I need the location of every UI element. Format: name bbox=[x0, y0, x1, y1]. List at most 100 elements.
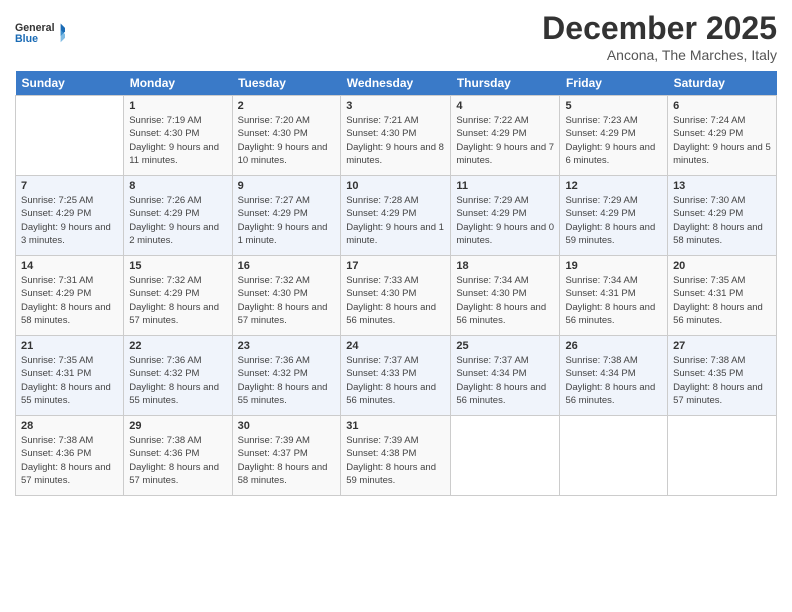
calendar-week-row: 21 Sunrise: 7:35 AM Sunset: 4:31 PM Dayl… bbox=[16, 336, 777, 416]
daylight-text: Daylight: 8 hours and 58 minutes. bbox=[673, 222, 763, 246]
day-number: 11 bbox=[456, 180, 554, 192]
day-number: 31 bbox=[346, 420, 445, 432]
sunset-text: Sunset: 4:30 PM bbox=[129, 128, 199, 139]
day-number: 3 bbox=[346, 100, 445, 112]
svg-text:Blue: Blue bbox=[15, 33, 38, 45]
day-number: 6 bbox=[673, 100, 771, 112]
day-number: 18 bbox=[456, 260, 554, 272]
sunrise-text: Sunrise: 7:24 AM bbox=[673, 115, 745, 126]
sunset-text: Sunset: 4:29 PM bbox=[673, 208, 743, 219]
daylight-text: Daylight: 8 hours and 57 minutes. bbox=[238, 302, 328, 326]
calendar-cell: 8 Sunrise: 7:26 AM Sunset: 4:29 PM Dayli… bbox=[124, 176, 232, 256]
calendar-week-row: 14 Sunrise: 7:31 AM Sunset: 4:29 PM Dayl… bbox=[16, 256, 777, 336]
calendar-cell: 12 Sunrise: 7:29 AM Sunset: 4:29 PM Dayl… bbox=[560, 176, 668, 256]
day-info: Sunrise: 7:21 AM Sunset: 4:30 PM Dayligh… bbox=[346, 114, 445, 167]
sunset-text: Sunset: 4:29 PM bbox=[238, 208, 308, 219]
sunrise-text: Sunrise: 7:34 AM bbox=[565, 275, 637, 286]
daylight-text: Daylight: 8 hours and 56 minutes. bbox=[456, 302, 546, 326]
calendar-cell: 5 Sunrise: 7:23 AM Sunset: 4:29 PM Dayli… bbox=[560, 96, 668, 176]
sunrise-text: Sunrise: 7:33 AM bbox=[346, 275, 418, 286]
day-info: Sunrise: 7:32 AM Sunset: 4:30 PM Dayligh… bbox=[238, 274, 336, 327]
calendar-week-row: 28 Sunrise: 7:38 AM Sunset: 4:36 PM Dayl… bbox=[16, 416, 777, 496]
day-info: Sunrise: 7:35 AM Sunset: 4:31 PM Dayligh… bbox=[673, 274, 771, 327]
day-number: 28 bbox=[21, 420, 118, 432]
svg-text:General: General bbox=[15, 22, 55, 34]
daylight-text: Daylight: 8 hours and 55 minutes. bbox=[21, 382, 111, 406]
sunset-text: Sunset: 4:36 PM bbox=[21, 448, 91, 459]
daylight-text: Daylight: 8 hours and 57 minutes. bbox=[129, 462, 219, 486]
day-info: Sunrise: 7:23 AM Sunset: 4:29 PM Dayligh… bbox=[565, 114, 662, 167]
sunset-text: Sunset: 4:29 PM bbox=[346, 208, 416, 219]
day-info: Sunrise: 7:36 AM Sunset: 4:32 PM Dayligh… bbox=[129, 354, 226, 407]
day-number: 26 bbox=[565, 340, 662, 352]
page-container: General Blue December 2025 Ancona, The M… bbox=[0, 0, 792, 506]
calendar-cell: 29 Sunrise: 7:38 AM Sunset: 4:36 PM Dayl… bbox=[124, 416, 232, 496]
calendar-week-row: 7 Sunrise: 7:25 AM Sunset: 4:29 PM Dayli… bbox=[16, 176, 777, 256]
calendar-cell: 16 Sunrise: 7:32 AM Sunset: 4:30 PM Dayl… bbox=[232, 256, 341, 336]
daylight-text: Daylight: 8 hours and 55 minutes. bbox=[238, 382, 328, 406]
logo: General Blue bbox=[15, 10, 65, 55]
sunrise-text: Sunrise: 7:39 AM bbox=[346, 435, 418, 446]
month-title: December 2025 bbox=[542, 10, 777, 47]
header-wednesday: Wednesday bbox=[341, 71, 451, 96]
calendar-week-row: 1 Sunrise: 7:19 AM Sunset: 4:30 PM Dayli… bbox=[16, 96, 777, 176]
day-number: 22 bbox=[129, 340, 226, 352]
sunset-text: Sunset: 4:35 PM bbox=[673, 368, 743, 379]
calendar-cell: 31 Sunrise: 7:39 AM Sunset: 4:38 PM Dayl… bbox=[341, 416, 451, 496]
day-info: Sunrise: 7:28 AM Sunset: 4:29 PM Dayligh… bbox=[346, 194, 445, 247]
day-info: Sunrise: 7:26 AM Sunset: 4:29 PM Dayligh… bbox=[129, 194, 226, 247]
calendar-cell: 18 Sunrise: 7:34 AM Sunset: 4:30 PM Dayl… bbox=[451, 256, 560, 336]
daylight-text: Daylight: 9 hours and 0 minutes. bbox=[456, 222, 554, 246]
sunrise-text: Sunrise: 7:20 AM bbox=[238, 115, 310, 126]
day-number: 8 bbox=[129, 180, 226, 192]
calendar-cell bbox=[560, 416, 668, 496]
day-number: 20 bbox=[673, 260, 771, 272]
sunrise-text: Sunrise: 7:36 AM bbox=[129, 355, 201, 366]
calendar-cell: 15 Sunrise: 7:32 AM Sunset: 4:29 PM Dayl… bbox=[124, 256, 232, 336]
day-number: 5 bbox=[565, 100, 662, 112]
header-thursday: Thursday bbox=[451, 71, 560, 96]
day-number: 29 bbox=[129, 420, 226, 432]
daylight-text: Daylight: 8 hours and 57 minutes. bbox=[21, 462, 111, 486]
sunset-text: Sunset: 4:29 PM bbox=[565, 208, 635, 219]
sunrise-text: Sunrise: 7:29 AM bbox=[456, 195, 528, 206]
calendar-cell bbox=[451, 416, 560, 496]
sunrise-text: Sunrise: 7:32 AM bbox=[129, 275, 201, 286]
daylight-text: Daylight: 8 hours and 56 minutes. bbox=[673, 302, 763, 326]
daylight-text: Daylight: 8 hours and 56 minutes. bbox=[346, 302, 436, 326]
sunrise-text: Sunrise: 7:36 AM bbox=[238, 355, 310, 366]
daylight-text: Daylight: 8 hours and 57 minutes. bbox=[129, 302, 219, 326]
sunset-text: Sunset: 4:30 PM bbox=[238, 288, 308, 299]
calendar-cell bbox=[668, 416, 777, 496]
sunrise-text: Sunrise: 7:29 AM bbox=[565, 195, 637, 206]
daylight-text: Daylight: 9 hours and 1 minute. bbox=[238, 222, 328, 246]
day-info: Sunrise: 7:38 AM Sunset: 4:36 PM Dayligh… bbox=[129, 434, 226, 487]
day-info: Sunrise: 7:32 AM Sunset: 4:29 PM Dayligh… bbox=[129, 274, 226, 327]
daylight-text: Daylight: 9 hours and 6 minutes. bbox=[565, 142, 655, 166]
day-number: 10 bbox=[346, 180, 445, 192]
day-info: Sunrise: 7:39 AM Sunset: 4:38 PM Dayligh… bbox=[346, 434, 445, 487]
day-number: 16 bbox=[238, 260, 336, 272]
daylight-text: Daylight: 9 hours and 5 minutes. bbox=[673, 142, 771, 166]
sunrise-text: Sunrise: 7:34 AM bbox=[456, 275, 528, 286]
day-number: 19 bbox=[565, 260, 662, 272]
day-number: 15 bbox=[129, 260, 226, 272]
daylight-text: Daylight: 8 hours and 55 minutes. bbox=[129, 382, 219, 406]
calendar-cell: 28 Sunrise: 7:38 AM Sunset: 4:36 PM Dayl… bbox=[16, 416, 124, 496]
day-info: Sunrise: 7:29 AM Sunset: 4:29 PM Dayligh… bbox=[565, 194, 662, 247]
calendar-cell: 24 Sunrise: 7:37 AM Sunset: 4:33 PM Dayl… bbox=[341, 336, 451, 416]
daylight-text: Daylight: 9 hours and 3 minutes. bbox=[21, 222, 111, 246]
daylight-text: Daylight: 9 hours and 2 minutes. bbox=[129, 222, 219, 246]
sunrise-text: Sunrise: 7:26 AM bbox=[129, 195, 201, 206]
daylight-text: Daylight: 9 hours and 8 minutes. bbox=[346, 142, 444, 166]
sunset-text: Sunset: 4:29 PM bbox=[456, 128, 526, 139]
sunset-text: Sunset: 4:32 PM bbox=[238, 368, 308, 379]
sunrise-text: Sunrise: 7:38 AM bbox=[21, 435, 93, 446]
day-number: 14 bbox=[21, 260, 118, 272]
daylight-text: Daylight: 8 hours and 59 minutes. bbox=[346, 462, 436, 486]
sunrise-text: Sunrise: 7:38 AM bbox=[129, 435, 201, 446]
day-info: Sunrise: 7:35 AM Sunset: 4:31 PM Dayligh… bbox=[21, 354, 118, 407]
daylight-text: Daylight: 9 hours and 7 minutes. bbox=[456, 142, 554, 166]
sunset-text: Sunset: 4:34 PM bbox=[565, 368, 635, 379]
day-number: 9 bbox=[238, 180, 336, 192]
